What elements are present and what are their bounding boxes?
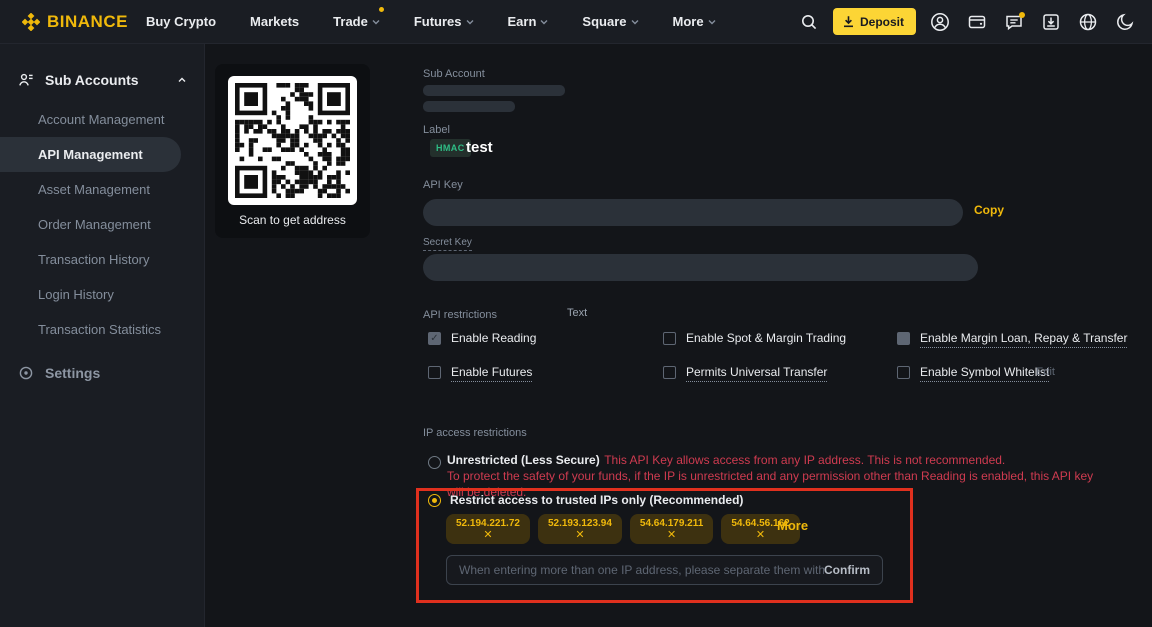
qr-code bbox=[228, 76, 357, 205]
settings-icon bbox=[18, 365, 34, 381]
more-ips-button[interactable]: More bbox=[777, 518, 808, 533]
chevron-down-icon bbox=[540, 18, 548, 26]
text-label: Text bbox=[567, 307, 587, 319]
api-label-value: test bbox=[466, 139, 493, 156]
chevron-down-icon bbox=[708, 18, 716, 26]
chat-icon[interactable] bbox=[1001, 9, 1027, 35]
sub-account-value-redacted bbox=[423, 85, 565, 96]
deposit-arrow-icon bbox=[842, 15, 855, 28]
sidebar: Sub Accounts Account Management API Mana… bbox=[0, 44, 205, 627]
checkbox-enable-spot-margin-trading[interactable]: Enable Spot & Margin Trading bbox=[663, 331, 846, 345]
deposit-button[interactable]: Deposit bbox=[833, 8, 916, 35]
wallet-icon[interactable] bbox=[964, 9, 990, 35]
ip-chip: 52.193.123.94 ✕ bbox=[538, 514, 622, 544]
globe-icon[interactable] bbox=[1075, 9, 1101, 35]
checkbox-enable-futures[interactable]: Enable Futures bbox=[428, 365, 532, 382]
edit-whitelist-button[interactable]: Edit bbox=[1036, 366, 1055, 378]
checkbox-enable-symbol-whitelist[interactable]: Enable Symbol Whitelist bbox=[897, 365, 1049, 382]
checkbox-unchecked-icon bbox=[897, 366, 910, 379]
dark-mode-moon-icon[interactable] bbox=[1112, 9, 1138, 35]
radio-unselected-icon bbox=[428, 456, 441, 469]
label-field-label: Label bbox=[423, 124, 450, 136]
ip-address-input[interactable] bbox=[459, 563, 824, 577]
ip-address-input-wrap: Confirm bbox=[446, 555, 883, 585]
binance-logo[interactable]: BINANCE bbox=[22, 12, 128, 32]
qr-caption: Scan to get address bbox=[215, 213, 370, 227]
sidebar-item-transaction-statistics[interactable]: Transaction Statistics bbox=[0, 312, 204, 347]
nav-markets[interactable]: Markets bbox=[250, 14, 299, 29]
sidebar-item-account-management[interactable]: Account Management bbox=[0, 102, 204, 137]
chevron-up-icon bbox=[178, 76, 186, 84]
top-navbar: BINANCE Buy Crypto Markets Trade Futures… bbox=[0, 0, 1152, 44]
ip-chip-list: 52.194.221.72 ✕ 52.193.123.94 ✕ 54.64.17… bbox=[446, 514, 800, 544]
api-restrictions-label: API restrictions bbox=[423, 309, 497, 321]
sidebar-item-login-history[interactable]: Login History bbox=[0, 277, 204, 312]
main-nav: Buy Crypto Markets Trade Futures Earn Sq… bbox=[146, 14, 716, 29]
download-tray-icon[interactable] bbox=[1038, 9, 1064, 35]
checkbox-unchecked-icon bbox=[428, 366, 441, 379]
nav-square[interactable]: Square bbox=[582, 14, 638, 29]
chevron-down-icon bbox=[631, 18, 639, 26]
nav-earn[interactable]: Earn bbox=[508, 14, 549, 29]
remove-ip-icon[interactable]: ✕ bbox=[575, 529, 584, 541]
sidebar-item-transaction-history[interactable]: Transaction History bbox=[0, 242, 204, 277]
copy-button[interactable]: Copy bbox=[974, 203, 1004, 217]
nav-trade[interactable]: Trade bbox=[333, 14, 380, 29]
remove-ip-icon[interactable]: ✕ bbox=[667, 529, 676, 541]
brand-name: BINANCE bbox=[47, 12, 128, 32]
confirm-button[interactable]: Confirm bbox=[824, 563, 870, 577]
sidebar-item-asset-management[interactable]: Asset Management bbox=[0, 172, 204, 207]
radio-selected-icon bbox=[428, 494, 441, 507]
secret-key-value-field bbox=[423, 254, 978, 281]
secret-key-label: Secret Key bbox=[423, 237, 472, 251]
hmac-badge: HMAC bbox=[430, 139, 471, 157]
sub-account-value-redacted-2 bbox=[423, 101, 515, 112]
ip-chip: 52.194.221.72 ✕ bbox=[446, 514, 530, 544]
radio-unrestricted-label[interactable]: Unrestricted (Less Secure) bbox=[447, 453, 600, 467]
sidebar-item-api-management[interactable]: API Management bbox=[0, 137, 181, 172]
sidebar-section-sub-accounts[interactable]: Sub Accounts bbox=[0, 44, 204, 102]
checkbox-enable-reading[interactable]: ✓ Enable Reading bbox=[428, 331, 536, 345]
chat-notification-dot bbox=[1019, 12, 1025, 18]
remove-ip-icon[interactable]: ✕ bbox=[483, 529, 492, 541]
profile-icon[interactable] bbox=[927, 9, 953, 35]
checkbox-unchecked-icon bbox=[663, 366, 676, 379]
checkbox-disabled-icon bbox=[897, 332, 910, 345]
checkbox-enable-margin-loan[interactable]: Enable Margin Loan, Repay & Transfer bbox=[897, 331, 1127, 348]
sub-account-label: Sub Account bbox=[423, 68, 485, 80]
warning-line-1: This API Key allows access from any IP a… bbox=[604, 453, 1005, 467]
chevron-down-icon bbox=[466, 18, 474, 26]
nav-more[interactable]: More bbox=[673, 14, 716, 29]
remove-ip-icon[interactable]: ✕ bbox=[756, 529, 765, 541]
sidebar-section-label: Sub Accounts bbox=[45, 72, 139, 88]
radio-restrict-trusted-ips[interactable]: Restrict access to trusted IPs only (Rec… bbox=[428, 493, 743, 507]
binance-diamond-icon bbox=[22, 13, 40, 31]
nav-buy-crypto[interactable]: Buy Crypto bbox=[146, 14, 216, 29]
checkbox-unchecked-icon bbox=[663, 332, 676, 345]
user-list-icon bbox=[18, 72, 34, 88]
sidebar-item-order-management[interactable]: Order Management bbox=[0, 207, 204, 242]
nav-futures[interactable]: Futures bbox=[414, 14, 474, 29]
ip-access-restrictions-label: IP access restrictions bbox=[423, 427, 527, 439]
qr-card: Scan to get address bbox=[215, 64, 370, 238]
ip-chip: 54.64.179.211 ✕ bbox=[630, 514, 713, 544]
api-key-value-field bbox=[423, 199, 963, 226]
topbar-actions: Deposit bbox=[796, 8, 1138, 35]
checkbox-permits-universal-transfer[interactable]: Permits Universal Transfer bbox=[663, 365, 827, 382]
api-key-label: API Key bbox=[423, 179, 463, 191]
trade-notification-dot bbox=[379, 7, 384, 12]
sidebar-item-settings[interactable]: Settings bbox=[0, 355, 118, 390]
search-icon[interactable] bbox=[796, 9, 822, 35]
radio-unrestricted[interactable] bbox=[428, 452, 441, 469]
chevron-down-icon bbox=[372, 18, 380, 26]
checkbox-checked-icon: ✓ bbox=[428, 332, 441, 345]
